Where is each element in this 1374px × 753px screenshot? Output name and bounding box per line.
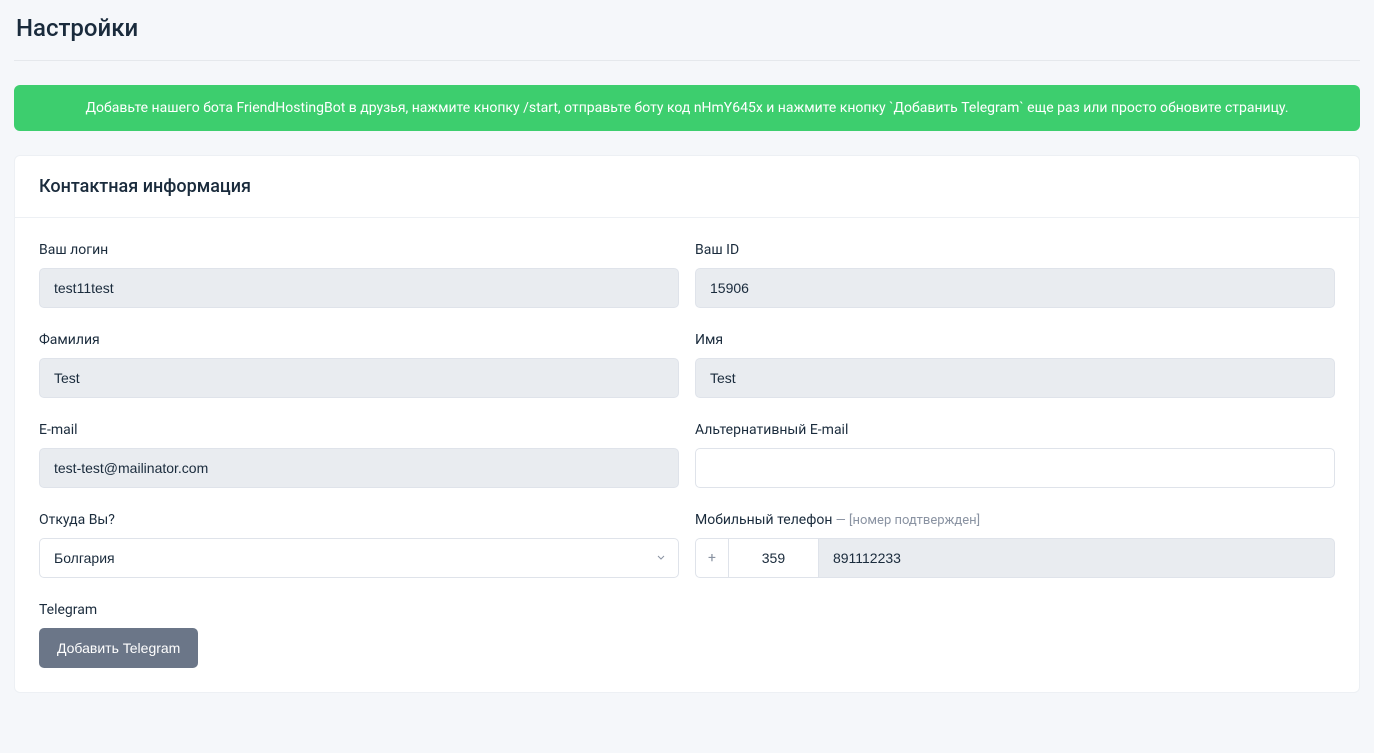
phone-hint: — [номер подтвержден] xyxy=(832,513,980,528)
card-title: Контактная информация xyxy=(39,176,1335,197)
phone-code-input[interactable] xyxy=(728,538,818,578)
phone-prefix: + xyxy=(695,538,728,578)
divider xyxy=(14,60,1360,61)
telegram-label: Telegram xyxy=(39,602,679,618)
phone-number-input xyxy=(818,538,1335,578)
card-header: Контактная информация xyxy=(15,156,1359,218)
alt-email-input[interactable] xyxy=(695,448,1335,488)
lastname-input xyxy=(39,358,679,398)
email-input xyxy=(39,448,679,488)
alert-success: Добавьте нашего бота FriendHostingBot в … xyxy=(14,85,1360,131)
firstname-label: Имя xyxy=(695,332,1335,348)
alt-email-label: Альтернативный E-mail xyxy=(695,422,1335,438)
page-title: Настройки xyxy=(14,14,1360,42)
email-label: E-mail xyxy=(39,422,679,438)
firstname-input xyxy=(695,358,1335,398)
contact-info-card: Контактная информация Ваш логин Ваш ID Ф… xyxy=(14,155,1360,693)
country-label: Откуда Вы? xyxy=(39,512,679,528)
add-telegram-button[interactable]: Добавить Telegram xyxy=(39,628,198,668)
phone-label-text: Мобильный телефон xyxy=(695,512,832,528)
phone-label: Мобильный телефон — [номер подтвержден] xyxy=(695,512,1335,528)
lastname-label: Фамилия xyxy=(39,332,679,348)
phone-input-group: + xyxy=(695,538,1335,578)
login-input xyxy=(39,268,679,308)
card-body: Ваш логин Ваш ID Фамилия Имя E-mail xyxy=(15,218,1359,692)
id-input xyxy=(695,268,1335,308)
login-label: Ваш логин xyxy=(39,242,679,258)
id-label: Ваш ID xyxy=(695,242,1335,258)
country-select[interactable]: Болгария xyxy=(39,538,679,578)
